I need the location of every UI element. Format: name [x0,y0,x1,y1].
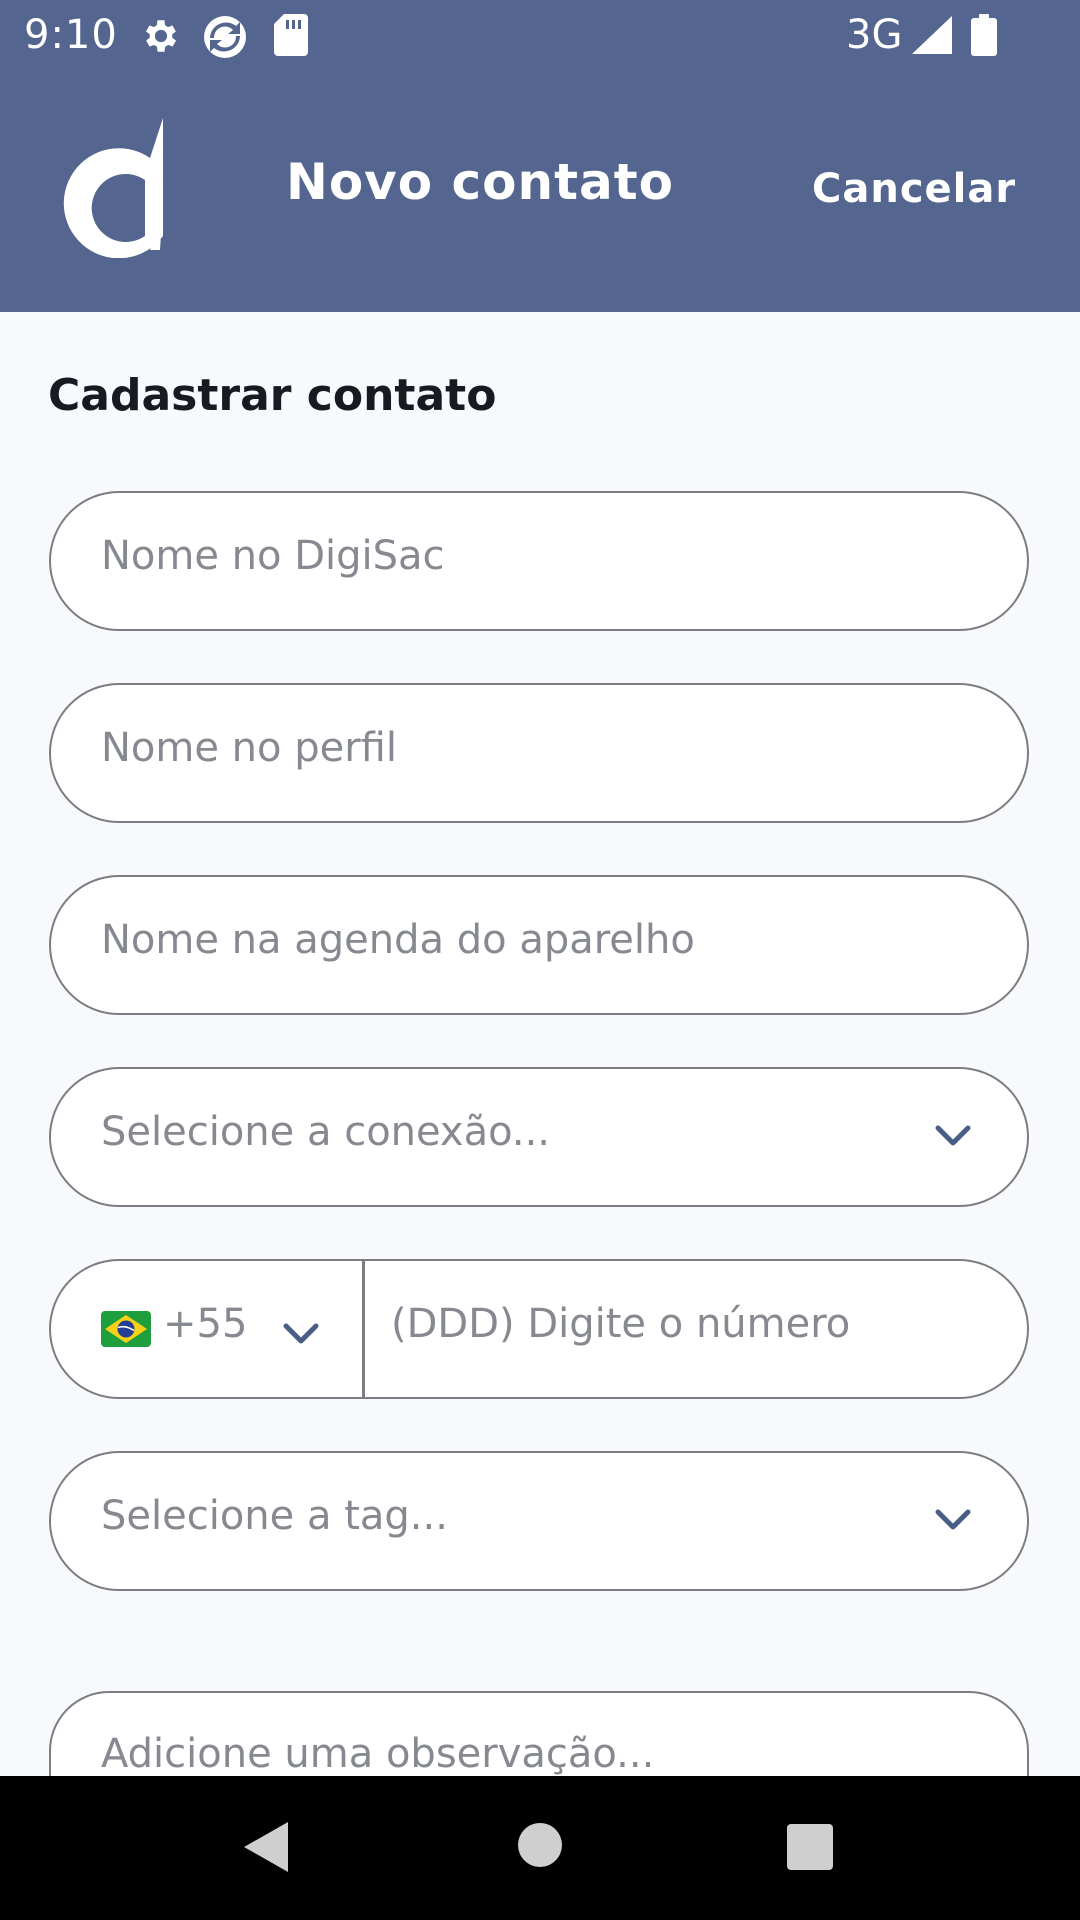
observation-placeholder: Adicione uma observação... [101,1731,655,1776]
network-type: 3G [846,12,903,58]
status-time: 9:10 [24,12,118,58]
country-code-select[interactable]: +55 [51,1261,362,1397]
navigation-bar [0,1776,1080,1920]
connection-placeholder: Selecione a conexão... [101,1109,551,1155]
name-profile-placeholder: Nome no perfil [101,725,397,771]
chevron-down-icon [935,1125,971,1151]
name-digisac-placeholder: Nome no DigiSac [101,533,445,579]
name-digisac-input[interactable]: Nome no DigiSac [49,491,1029,631]
observation-clip: Adicione uma observação... [0,1690,1080,1776]
chevron-down-icon [935,1509,971,1535]
name-profile-input[interactable]: Nome no perfil [49,683,1029,823]
phone-number-input[interactable]: (DDD) Digite o número [365,1261,1027,1397]
app-header: Novo contato Cancelar [0,73,1080,312]
chevron-down-icon [283,1323,319,1349]
phone-field: +55 (DDD) Digite o número [49,1259,1029,1399]
tag-select[interactable]: Selecione a tag... [49,1451,1029,1591]
signal-icon [912,16,952,58]
home-icon[interactable] [518,1823,562,1871]
name-agenda-input[interactable]: Nome na agenda do aparelho [49,875,1029,1015]
observation-textarea[interactable]: Adicione uma observação... [49,1691,1029,1776]
back-icon[interactable] [244,1822,288,1876]
battery-icon [971,14,997,60]
tag-placeholder: Selecione a tag... [101,1493,448,1539]
sync-app-icon [202,14,248,64]
gear-icon [140,14,182,62]
section-title: Cadastrar contato [48,370,497,421]
connection-select[interactable]: Selecione a conexão... [49,1067,1029,1207]
sd-card-icon [274,14,308,60]
status-bar: 9:10 3G [0,0,1080,73]
brazil-flag-icon [101,1311,151,1351]
country-code: +55 [163,1301,248,1347]
phone-number-placeholder: (DDD) Digite o número [391,1301,851,1347]
name-agenda-placeholder: Nome na agenda do aparelho [101,917,695,963]
recents-icon[interactable] [787,1824,833,1874]
cancel-button[interactable]: Cancelar [812,166,1016,212]
